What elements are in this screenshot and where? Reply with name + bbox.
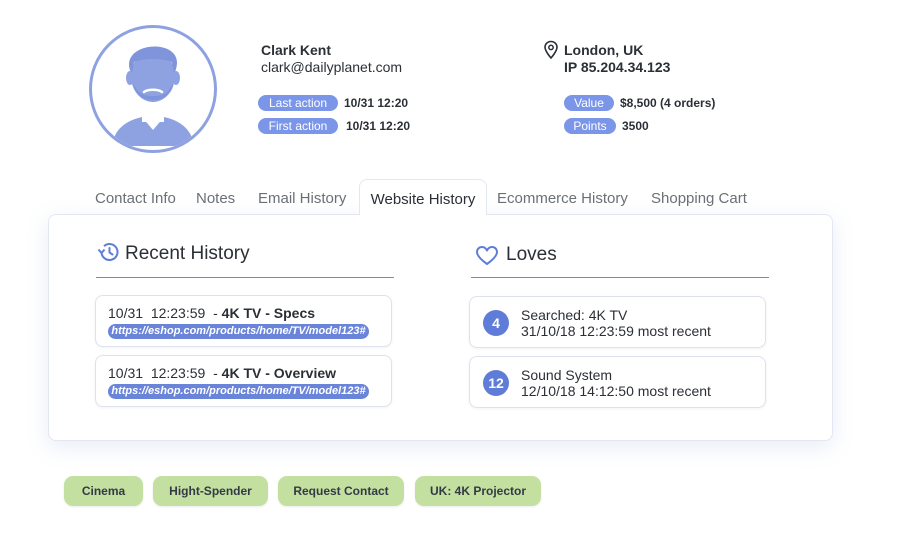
love-count-badge: 4 (483, 310, 509, 336)
contact-location: London, UK (564, 42, 644, 58)
tab-contact-info[interactable]: Contact Info (95, 179, 176, 215)
history-item-line: 10/31 12:23:59 - 4K TV - Specs (108, 305, 315, 321)
history-item-separator: - (205, 305, 222, 321)
contact-ip: IP 85.204.34.123 (564, 59, 671, 75)
tag-high-spender[interactable]: Hight-Spender (153, 476, 268, 506)
history-item-title: 4K TV - Specs (221, 305, 316, 321)
tag-uk-4k-projector[interactable]: UK: 4K Projector (415, 476, 541, 506)
history-item-time: 10/31 12:23:59 (108, 365, 206, 381)
history-item-line: 10/31 12:23:59 - 4K TV - Overview (108, 365, 336, 381)
points-value: 3500 (622, 119, 649, 133)
last-action-value: 10/31 12:20 (344, 96, 409, 110)
contact-email: clark@dailyplanet.com (261, 59, 403, 75)
heart-icon (475, 245, 499, 272)
recent-history-title: Recent History (125, 243, 250, 264)
history-item-time: 10/31 12:23:59 (108, 305, 206, 321)
first-action-value: 10/31 12:20 (346, 119, 411, 133)
tab-website-history[interactable]: Website History (359, 179, 487, 215)
first-action-badge: First action (258, 118, 338, 134)
tab-ecommerce-history[interactable]: Ecommerce History (497, 179, 628, 215)
loves-title: Loves (506, 244, 557, 265)
history-item[interactable]: 10/31 12:23:59 - 4K TV - Overview https:… (95, 355, 392, 407)
love-item-title: Sound System (521, 367, 613, 383)
points-badge: Points (564, 118, 616, 134)
history-item[interactable]: 10/31 12:23:59 - 4K TV - Specs https://e… (95, 295, 392, 347)
history-item-url[interactable]: https://eshop.com/products/home/TV/model… (108, 324, 369, 339)
history-item-separator: - (205, 365, 222, 381)
website-history-panel: Recent History 10/31 12:23:59 - 4K TV - … (48, 214, 833, 441)
love-item[interactable]: 4 Searched: 4K TV 31/10/18 12:23:59 most… (469, 296, 766, 348)
recent-history-divider (96, 277, 394, 278)
tab-email-history[interactable]: Email History (258, 179, 346, 215)
history-item-url[interactable]: https://eshop.com/products/home/TV/model… (108, 384, 369, 399)
history-icon (96, 241, 120, 268)
tag-request-contact[interactable]: Request Contact (278, 476, 404, 506)
map-pin-icon (543, 40, 559, 65)
love-item-subtitle: 31/10/18 12:23:59 most recent (521, 323, 711, 339)
love-count-badge: 12 (483, 370, 509, 396)
customer-value: $8,500 (4 orders) (620, 96, 716, 110)
last-action-badge: Last action (258, 95, 338, 111)
tag-cinema[interactable]: Cinema (64, 476, 143, 506)
history-item-title: 4K TV - Overview (221, 365, 337, 381)
user-avatar-icon (89, 25, 217, 153)
tab-notes[interactable]: Notes (196, 179, 235, 215)
contact-name: Clark Kent (261, 42, 332, 58)
value-badge: Value (564, 95, 614, 111)
tab-shopping-cart[interactable]: Shopping Cart (651, 179, 747, 215)
loves-divider (471, 277, 769, 278)
love-item-title: Searched: 4K TV (521, 307, 628, 323)
love-item-subtitle: 12/10/18 14:12:50 most recent (521, 383, 711, 399)
love-item[interactable]: 12 Sound System 12/10/18 14:12:50 most r… (469, 356, 766, 408)
